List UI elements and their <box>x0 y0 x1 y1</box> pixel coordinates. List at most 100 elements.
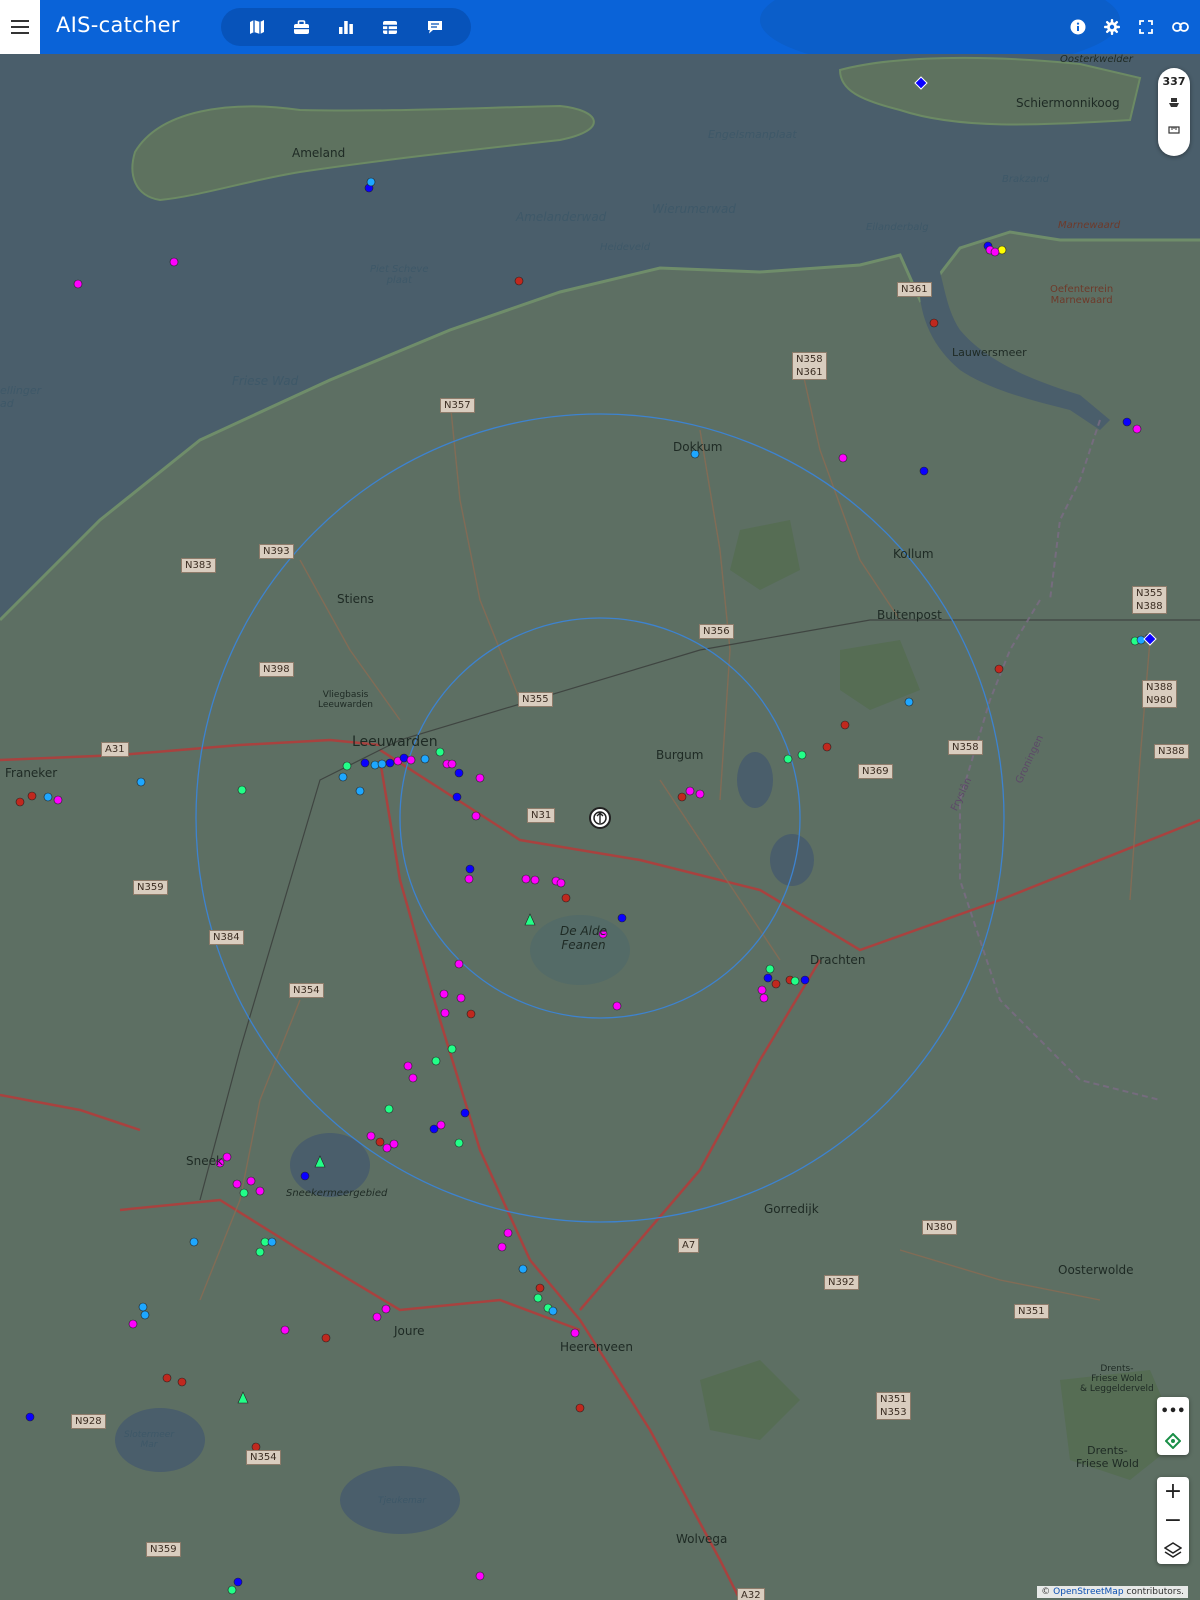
tab-statistics[interactable] <box>332 13 360 41</box>
vessel-marker[interactable] <box>355 786 365 796</box>
vessel-marker[interactable] <box>466 1009 476 1019</box>
vessel-marker[interactable] <box>838 453 848 463</box>
tab-map[interactable] <box>243 13 271 41</box>
vessel-marker[interactable] <box>460 1108 470 1118</box>
vessel-marker[interactable] <box>138 1302 148 1312</box>
vessel-marker[interactable] <box>840 720 850 730</box>
vessel-marker[interactable] <box>25 1412 35 1422</box>
vessel-marker[interactable] <box>128 1319 138 1329</box>
vessel-marker[interactable] <box>548 1306 558 1316</box>
vessel-marker[interactable] <box>232 1179 242 1189</box>
vessel-marker[interactable] <box>503 1228 513 1238</box>
ship-filter-button[interactable] <box>1158 88 1190 116</box>
vessel-marker[interactable] <box>300 1171 310 1181</box>
info-button[interactable] <box>1061 0 1095 54</box>
vessel-marker[interactable] <box>994 664 1004 674</box>
vessel-marker[interactable] <box>452 792 462 802</box>
vessel-marker[interactable] <box>1132 424 1142 434</box>
vessel-marker[interactable] <box>169 257 179 267</box>
vessel-marker[interactable] <box>518 1264 528 1274</box>
tab-table[interactable] <box>376 13 404 41</box>
vessel-marker[interactable] <box>370 760 380 770</box>
vessel-marker[interactable] <box>53 795 63 805</box>
vessel-marker[interactable] <box>222 1152 232 1162</box>
ruler-button[interactable] <box>1158 116 1190 144</box>
vessel-marker[interactable] <box>465 864 475 874</box>
vessel-marker[interactable] <box>1122 417 1132 427</box>
vessel-marker[interactable] <box>321 1333 331 1343</box>
vessel-marker[interactable] <box>556 878 566 888</box>
vessel-marker[interactable] <box>570 1328 580 1338</box>
vessel-marker[interactable] <box>27 791 37 801</box>
tab-messages[interactable] <box>421 13 449 41</box>
vessel-marker[interactable] <box>73 279 83 289</box>
vessel-marker[interactable] <box>239 1188 249 1198</box>
vessel-marker[interactable] <box>431 1056 441 1066</box>
vessel-marker[interactable] <box>227 1585 237 1595</box>
settings-button[interactable] <box>1095 0 1129 54</box>
vessel-marker[interactable] <box>280 1325 290 1335</box>
vessel-marker[interactable] <box>475 1571 485 1581</box>
vessel-marker[interactable] <box>533 1293 543 1303</box>
vessel-marker[interactable] <box>685 786 695 796</box>
vessel-marker[interactable] <box>439 989 449 999</box>
vessel-marker[interactable] <box>617 913 627 923</box>
vessel-marker[interactable] <box>381 1304 391 1314</box>
vessel-marker[interactable] <box>929 318 939 328</box>
layers-button[interactable] <box>1157 1535 1189 1564</box>
vessel-marker[interactable] <box>366 1131 376 1141</box>
vessel-marker[interactable] <box>521 874 531 884</box>
vessel-marker[interactable] <box>255 1186 265 1196</box>
vessel-marker[interactable] <box>454 768 464 778</box>
tag-button[interactable] <box>1157 1426 1189 1455</box>
receiver-station[interactable] <box>589 807 611 829</box>
vessel-marker[interactable] <box>267 1237 277 1247</box>
vessel-marker[interactable] <box>759 993 769 1003</box>
vessel-marker[interactable] <box>447 1044 457 1054</box>
vessel-marker[interactable] <box>338 772 348 782</box>
vessel-marker[interactable] <box>561 893 571 903</box>
vessel-marker[interactable] <box>695 789 705 799</box>
vessel-marker[interactable] <box>406 755 416 765</box>
vessel-marker[interactable] <box>375 1137 385 1147</box>
more-options-button[interactable]: ••• <box>1157 1397 1189 1426</box>
vessel-marker[interactable] <box>429 1124 439 1134</box>
vessel-marker[interactable] <box>162 1373 172 1383</box>
vessel-marker[interactable] <box>765 964 775 974</box>
vessel-marker[interactable] <box>447 759 457 769</box>
vessel-marker[interactable] <box>919 466 929 476</box>
vessel-marker[interactable] <box>440 1008 450 1018</box>
osm-link[interactable]: OpenStreetMap <box>1053 1587 1123 1597</box>
vessel-marker[interactable] <box>246 1176 256 1186</box>
vessel-marker[interactable] <box>140 1310 150 1320</box>
vessel-marker[interactable] <box>389 1139 399 1149</box>
vessel-marker[interactable] <box>366 177 376 187</box>
vessel-marker[interactable] <box>822 742 832 752</box>
vessel-marker[interactable] <box>377 759 387 769</box>
vessel-marker[interactable] <box>790 976 800 986</box>
vessel-marker[interactable] <box>384 1104 394 1114</box>
fullscreen-button[interactable] <box>1129 0 1163 54</box>
vessel-marker[interactable] <box>456 993 466 1003</box>
share-link-button[interactable] <box>1163 0 1197 54</box>
vessel-marker[interactable] <box>454 1138 464 1148</box>
vessel-marker[interactable] <box>233 1577 243 1587</box>
vessel-marker[interactable] <box>177 1377 187 1387</box>
zoom-out-button[interactable]: − <box>1157 1506 1189 1535</box>
vessel-marker[interactable] <box>757 985 767 995</box>
vessel-marker[interactable] <box>497 1242 507 1252</box>
vessel-marker[interactable] <box>237 785 247 795</box>
vessel-marker[interactable] <box>372 1312 382 1322</box>
vessel-marker[interactable] <box>771 979 781 989</box>
zoom-in-button[interactable]: + <box>1157 1477 1189 1506</box>
vessel-marker[interactable] <box>464 874 474 884</box>
vessel-marker[interactable] <box>677 792 687 802</box>
vessel-marker[interactable] <box>904 697 914 707</box>
menu-button[interactable] <box>0 0 40 54</box>
vessel-marker[interactable] <box>385 758 395 768</box>
vessel-marker[interactable] <box>475 773 485 783</box>
vessel-marker[interactable] <box>43 792 53 802</box>
vessel-marker[interactable] <box>514 276 524 286</box>
vessel-marker[interactable] <box>783 754 793 764</box>
vessel-marker[interactable] <box>612 1001 622 1011</box>
